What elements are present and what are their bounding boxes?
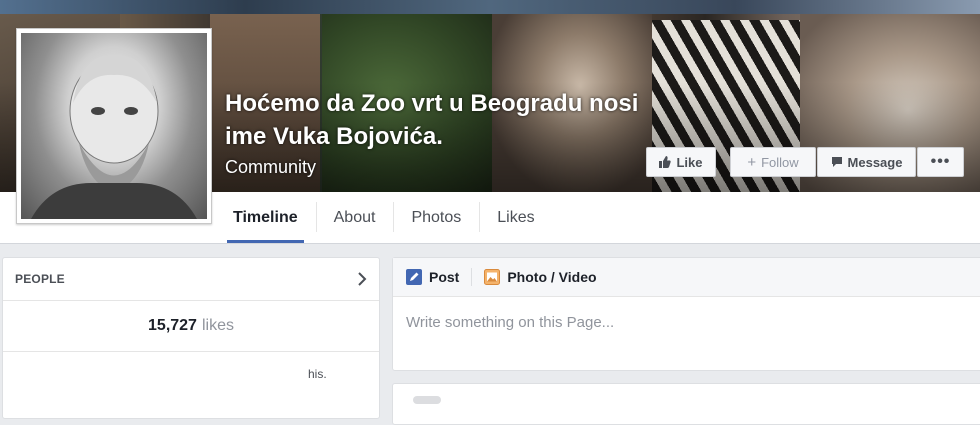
page-tabs: Timeline About Photos Likes: [215, 192, 553, 243]
composer-post-tab[interactable]: Post: [406, 269, 459, 285]
like-button[interactable]: Like: [646, 147, 716, 177]
chevron-right-icon[interactable]: [357, 272, 367, 286]
people-heading: PEOPLE: [15, 272, 65, 286]
thumbs-up-icon: [659, 156, 672, 168]
tab-photos[interactable]: Photos: [393, 192, 479, 243]
composer-post-label: Post: [429, 269, 460, 285]
plus-icon: +: [747, 153, 757, 171]
message-button-label: Message: [847, 154, 903, 170]
follow-button[interactable]: + Follow: [730, 147, 816, 177]
tab-likes[interactable]: Likes: [479, 192, 552, 243]
profile-picture[interactable]: [16, 28, 212, 224]
portrait-illustration: [31, 54, 197, 219]
page-title: Hoćemo da Zoo vrt u Beogradu nosi ime Vu…: [225, 90, 639, 150]
follow-button-label: Follow: [761, 154, 799, 170]
people-card: PEOPLE 15,727 likes his.: [2, 257, 380, 419]
composer-photo-video-tab[interactable]: Photo / Video: [484, 269, 597, 285]
composer-photo-video-label: Photo / Video: [507, 269, 597, 285]
composer-input[interactable]: Write something on this Page...: [393, 297, 980, 348]
next-feed-card: [392, 383, 980, 425]
likes-count: 15,727: [148, 317, 197, 334]
people-card-header[interactable]: PEOPLE: [3, 258, 379, 301]
message-button[interactable]: Message: [817, 147, 916, 177]
page-likes-summary[interactable]: 15,727 likes: [3, 301, 379, 352]
pencil-icon: [406, 269, 422, 285]
composer-divider: [471, 268, 473, 286]
cover-photo-strip: [0, 0, 980, 14]
profile-photo: [21, 33, 207, 219]
tab-timeline[interactable]: Timeline: [215, 192, 316, 243]
placeholder-blob: [413, 396, 441, 404]
tab-about[interactable]: About: [315, 192, 394, 243]
message-icon: [831, 157, 842, 167]
like-button-label: Like: [676, 154, 703, 170]
post-composer: Post Photo / Video Write something on th…: [392, 257, 980, 371]
photo-icon: [484, 269, 501, 285]
more-options-button[interactable]: •••: [917, 147, 964, 177]
likes-word: likes: [201, 317, 234, 334]
composer-tabs: Post Photo / Video: [393, 258, 980, 297]
people-truncated-text: his.: [308, 367, 327, 381]
page-category[interactable]: Community: [225, 157, 316, 178]
